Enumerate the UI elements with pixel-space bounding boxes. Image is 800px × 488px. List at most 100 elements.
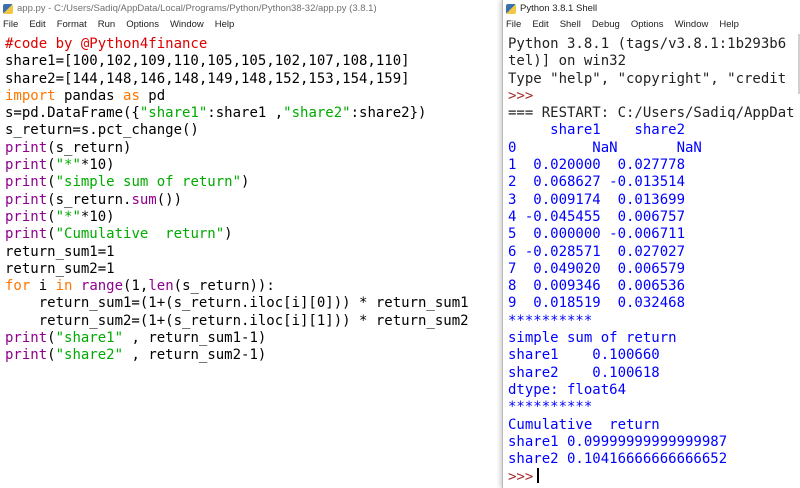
code-token: ********** — [508, 399, 593, 416]
shell-menu-options[interactable]: Options — [631, 19, 664, 30]
code-token: "share1" — [55, 330, 124, 347]
code-line: share2=[144,148,146,148,149,148,152,153,… — [5, 71, 500, 88]
shell-line: 3 0.009174 0.013699 — [508, 192, 800, 209]
code-token: ( — [47, 226, 56, 243]
code-token: >>> — [508, 87, 534, 104]
code-token: 6 -0.028571 0.027027 — [508, 243, 686, 260]
code-token: 1 0.020000 0.027778 — [508, 157, 686, 174]
editor-window[interactable]: app.py - C:/Users/Sadiq/AppData/Local/Pr… — [0, 0, 500, 488]
shell-line: ********** — [508, 313, 800, 330]
editor-title: app.py - C:/Users/Sadiq/AppData/Local/Pr… — [17, 3, 377, 14]
code-token: s=pd.DataFrame({ — [5, 105, 140, 122]
code-line: share1=[100,102,109,110,105,105,102,107,… — [5, 53, 500, 70]
code-token: (s_return) — [47, 139, 132, 156]
code-token: share2 0.10416666666666652 — [508, 451, 728, 468]
shell-line: ********** — [508, 399, 800, 416]
code-token: *10) — [80, 208, 115, 225]
code-token: share2 0.100618 — [508, 364, 660, 381]
code-line: return_sum1=1 — [5, 244, 500, 261]
code-line: print(s_return) — [5, 140, 500, 157]
code-token: "share2" — [55, 347, 124, 364]
code-token: pandas — [55, 87, 124, 104]
code-token: return_sum1=(1+(s_return.iloc[i][0])) * … — [5, 295, 469, 312]
editor-menu-edit[interactable]: Edit — [29, 19, 45, 30]
shell-line: 5 0.000000 -0.006711 — [508, 226, 800, 243]
code-token: 4 -0.045455 0.006757 — [508, 208, 686, 225]
code-token: simple sum of return — [508, 330, 677, 347]
code-line: print("*"*10) — [5, 157, 500, 174]
shell-menu-shell[interactable]: Shell — [560, 19, 581, 30]
code-token: as — [123, 87, 140, 104]
shell-line: >>> — [508, 88, 800, 105]
code-line: import pandas as pd — [5, 88, 500, 105]
code-token: "Cumulative return" — [55, 226, 225, 243]
code-token: ( — [47, 330, 56, 347]
code-token: share1 0.09999999999999987 — [508, 433, 728, 450]
code-token: 9 0.018519 0.032468 — [508, 295, 686, 312]
shell-menu-debug[interactable]: Debug — [592, 19, 620, 30]
shell-title: Python 3.8.1 Shell — [520, 3, 598, 14]
shell-line: 1 0.020000 0.027778 — [508, 157, 800, 174]
code-token: 5 0.000000 -0.006711 — [508, 226, 686, 243]
code-token: *10) — [80, 157, 115, 174]
shell-line: share1 share2 — [508, 122, 800, 139]
code-line: print(s_return.sum()) — [5, 192, 500, 209]
shell-line: Type "help", "copyright", "credit — [508, 71, 800, 88]
code-token: share1 share2 — [508, 122, 686, 139]
shell-line: Cumulative return — [508, 417, 800, 434]
code-line: print("share1" , return_sum1-1) — [5, 330, 500, 347]
code-token: ()) — [156, 191, 183, 208]
code-token: "share2" — [283, 105, 351, 122]
code-token: "*" — [55, 208, 81, 225]
code-token: "*" — [55, 157, 81, 174]
code-token: sum — [131, 191, 157, 208]
shell-window[interactable]: Python 3.8.1 Shell File Edit Shell Debug… — [502, 0, 800, 488]
code-token: :share2}) — [350, 105, 427, 122]
code-token: range — [80, 278, 124, 295]
shell-line: 6 -0.028571 0.027027 — [508, 244, 800, 261]
shell-menubar: File Edit Shell Debug Options Window Hel… — [503, 17, 800, 32]
shell-line: 9 0.018519 0.032468 — [508, 295, 800, 312]
shell-menu-edit[interactable]: Edit — [532, 19, 548, 30]
editor-menu-options[interactable]: Options — [126, 19, 159, 30]
code-token: 0 NaN NaN — [508, 139, 702, 156]
editor-menu-window[interactable]: Window — [170, 19, 204, 30]
shell-titlebar[interactable]: Python 3.8.1 Shell — [503, 0, 800, 17]
code-token: (s_return. — [47, 191, 132, 208]
code-editor-area[interactable]: #code by @Python4finance share1=[100,102,… — [0, 34, 500, 488]
code-token: ( — [47, 347, 56, 364]
code-token: "share1" — [139, 105, 208, 122]
code-token: share1 0.100660 — [508, 347, 660, 364]
code-line: s=pd.DataFrame({"share1":share1 ,"share2… — [5, 105, 500, 122]
code-token: import — [5, 87, 56, 104]
code-token: (s_return)): — [173, 278, 275, 295]
shell-output-area[interactable]: Python 3.8.1 (tags/v3.8.1:1b293b6 tel)] o… — [503, 34, 800, 488]
editor-menu-help[interactable]: Help — [215, 19, 235, 30]
code-token: print — [5, 157, 48, 174]
code-token: ) — [241, 174, 250, 191]
code-token: 3 0.009174 0.013699 — [508, 191, 686, 208]
code-line: for i in range(1,len(s_return)): — [5, 278, 500, 295]
code-token: Cumulative return — [508, 416, 660, 433]
editor-menu-format[interactable]: Format — [57, 19, 87, 30]
code-line: return_sum2=1 — [5, 261, 500, 278]
editor-menu-run[interactable]: Run — [98, 19, 115, 30]
code-token: "simple sum of return" — [55, 174, 242, 191]
shell-menu-help[interactable]: Help — [719, 19, 739, 30]
shell-line: === RESTART: C:/Users/Sadiq/AppDat — [508, 105, 800, 122]
code-token: print — [5, 139, 48, 156]
code-token: len — [148, 278, 174, 295]
shell-prompt-line[interactable]: >>> — [508, 468, 800, 485]
shell-menu-window[interactable]: Window — [675, 19, 709, 30]
code-token: 2 0.068627 -0.013514 — [508, 174, 686, 191]
shell-line: share2 0.100618 — [508, 365, 800, 382]
editor-menu-file[interactable]: File — [3, 19, 18, 30]
code-token: Python 3.8.1 (tags/v3.8.1:1b293b6 — [508, 36, 787, 52]
shell-line: 2 0.068627 -0.013514 — [508, 174, 800, 191]
shell-menu-file[interactable]: File — [506, 19, 521, 30]
code-token: 7 0.049020 0.006579 — [508, 260, 686, 277]
shell-line: share2 0.10416666666666652 — [508, 451, 800, 468]
code-token: print — [5, 208, 48, 225]
code-token: === RESTART: C:/Users/Sadiq/AppDat — [508, 105, 795, 122]
editor-titlebar[interactable]: app.py - C:/Users/Sadiq/AppData/Local/Pr… — [0, 0, 500, 17]
